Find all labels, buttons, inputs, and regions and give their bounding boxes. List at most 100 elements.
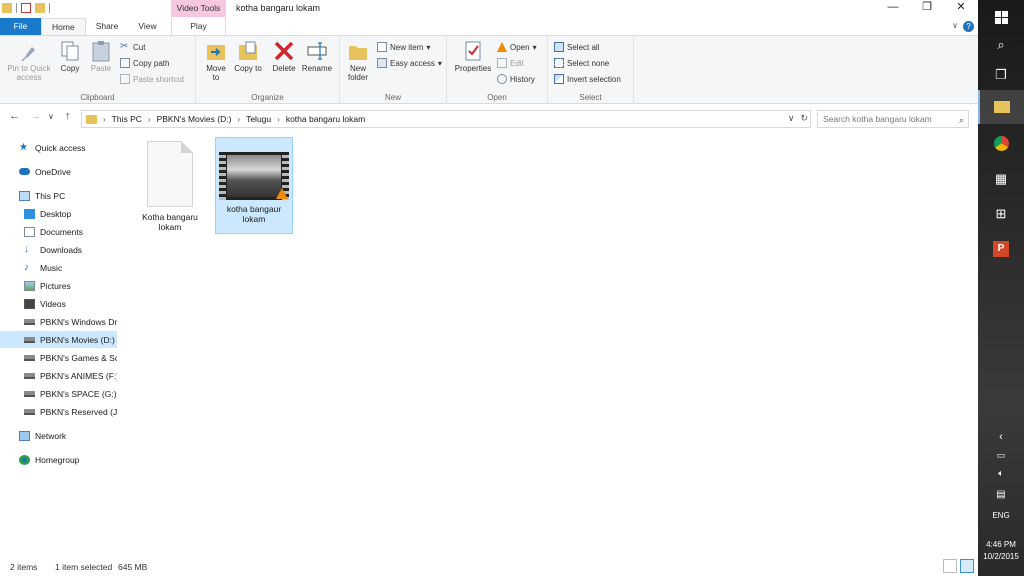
- up-arrow-icon[interactable]: ↑: [65, 110, 71, 122]
- large-icons-view-button[interactable]: [960, 559, 974, 573]
- tab-play[interactable]: Play: [171, 18, 226, 36]
- breadcrumb-separator[interactable]: ›: [237, 115, 240, 124]
- rename-icon: [306, 40, 328, 62]
- select-group: Select all Select none Invert selection …: [548, 36, 634, 104]
- address-dropdown-icon[interactable]: ∨: [788, 113, 795, 124]
- close-button[interactable]: ✕: [944, 0, 978, 16]
- breadcrumb-current-folder[interactable]: kotha bangaru lokam: [286, 114, 365, 124]
- sidebar-item-label: PBKN's Windows Dr: [40, 316, 117, 327]
- select-all-button[interactable]: Select all: [554, 42, 599, 52]
- file-item-video[interactable]: kotha bangaur lokam: [215, 137, 293, 234]
- network-icon: [19, 430, 30, 441]
- clock-time[interactable]: 4:46 PM: [978, 540, 1024, 549]
- tab-home[interactable]: Home: [41, 18, 86, 35]
- easy-access-button[interactable]: Easy access ▾: [377, 58, 442, 68]
- ribbon-tabs: File Home Share View Play ∨ ?: [0, 18, 978, 36]
- task-view-icon[interactable]: ❐: [978, 58, 1024, 92]
- sidebar-item-quick-access[interactable]: ★ Quick access: [0, 139, 117, 156]
- sidebar-item-network[interactable]: Network: [0, 427, 117, 444]
- move-to-button[interactable]: Move to: [202, 40, 230, 82]
- media-app-icon[interactable]: ▦: [978, 162, 1024, 196]
- properties-label: Properties: [454, 64, 492, 73]
- breadcrumb-telugu[interactable]: Telugu: [246, 114, 271, 124]
- copy-button[interactable]: Copy: [58, 40, 82, 73]
- chrome-icon[interactable]: [978, 126, 1024, 160]
- sidebar-item-documents[interactable]: Documents: [0, 223, 117, 240]
- sidebar-item-homegroup[interactable]: Homegroup: [0, 451, 117, 468]
- copy-path-icon: [120, 58, 130, 68]
- file-item-document[interactable]: Kotha bangaru lokam: [131, 137, 209, 234]
- pin-to-quick-access-button[interactable]: Pin to Quick access: [4, 40, 54, 82]
- tab-file[interactable]: File: [0, 18, 41, 35]
- breadcrumb-movies-drive[interactable]: PBKN's Movies (D:): [157, 114, 232, 124]
- new-folder-button[interactable]: New folder: [344, 40, 372, 82]
- organize-group: Move to Copy to Delete Rename Organize: [196, 36, 340, 104]
- invert-selection-button[interactable]: Invert selection: [554, 74, 621, 84]
- file-explorer-icon[interactable]: [978, 90, 1024, 124]
- details-view-button[interactable]: [943, 559, 957, 573]
- sidebar-item-drive-c[interactable]: PBKN's Windows Dr: [0, 313, 117, 330]
- delete-button[interactable]: Delete: [270, 40, 298, 73]
- sidebar-item-music[interactable]: ♪ Music: [0, 259, 117, 276]
- tab-share[interactable]: Share: [86, 18, 129, 35]
- copy-to-button[interactable]: Copy to: [234, 40, 262, 73]
- search-input[interactable]: Search kotha bangaru lokam ⌕: [817, 110, 969, 128]
- search-icon[interactable]: ⌕: [978, 28, 1024, 62]
- edit-label: Edit: [510, 58, 524, 68]
- properties-button[interactable]: Properties: [452, 40, 494, 73]
- edit-button[interactable]: Edit: [497, 58, 524, 68]
- minimize-button[interactable]: —: [876, 0, 910, 16]
- sidebar-item-label: Desktop: [40, 208, 72, 219]
- maximize-button[interactable]: ❐: [910, 0, 944, 16]
- collapse-ribbon-icon[interactable]: ∨: [952, 21, 958, 30]
- action-center-icon[interactable]: ▤: [978, 480, 1024, 508]
- select-all-icon: [554, 42, 564, 52]
- sidebar-item-drive-g[interactable]: PBKN's SPACE (G:): [0, 385, 117, 402]
- sidebar-item-drive-f[interactable]: PBKN's ANIMES (F:): [0, 367, 117, 384]
- refresh-icon[interactable]: ↻: [800, 113, 808, 124]
- cut-button[interactable]: ✂ Cut: [120, 42, 145, 52]
- recent-locations-icon[interactable]: ∨: [48, 112, 54, 121]
- search-icon[interactable]: ⌕: [959, 112, 964, 128]
- history-icon: [497, 74, 507, 84]
- sidebar-item-drive-d[interactable]: PBKN's Movies (D:): [0, 331, 117, 348]
- divider: [16, 3, 17, 13]
- store-icon[interactable]: ⊞: [978, 197, 1024, 231]
- new-item-button[interactable]: New item ▾: [377, 42, 430, 52]
- breadcrumb-separator[interactable]: ›: [103, 115, 106, 124]
- breadcrumb-separator[interactable]: ›: [277, 115, 280, 124]
- copy-path-button[interactable]: Copy path: [120, 58, 169, 68]
- help-icon[interactable]: ?: [963, 21, 974, 32]
- select-none-button[interactable]: Select none: [554, 58, 609, 68]
- sidebar-item-this-pc[interactable]: This PC: [0, 187, 117, 204]
- powerpoint-icon[interactable]: P: [978, 232, 1024, 266]
- breadcrumb-separator[interactable]: ›: [148, 115, 151, 124]
- paste-button[interactable]: Paste: [88, 40, 114, 73]
- sidebar-item-videos[interactable]: Videos: [0, 295, 117, 312]
- paste-shortcut-button[interactable]: Paste shortcut: [120, 74, 184, 84]
- clock-date[interactable]: 10/2/2015: [978, 552, 1024, 561]
- open-button[interactable]: Open ▾: [497, 42, 537, 52]
- history-button[interactable]: History: [497, 74, 535, 84]
- back-arrow-icon[interactable]: ←: [9, 110, 20, 122]
- sidebar-item-label: This PC: [35, 190, 66, 201]
- breadcrumb-this-pc[interactable]: This PC: [112, 114, 142, 124]
- move-to-label: Move to: [206, 64, 226, 82]
- sidebar-item-desktop[interactable]: Desktop: [0, 205, 117, 222]
- sidebar-item-onedrive[interactable]: OneDrive: [0, 163, 117, 180]
- homegroup-icon: [19, 454, 30, 465]
- properties-icon[interactable]: [21, 3, 31, 13]
- tab-view[interactable]: View: [128, 18, 166, 35]
- chevron-down-icon: ▾: [437, 58, 442, 68]
- new-group-label: New: [384, 93, 401, 102]
- sidebar-item-downloads[interactable]: ↓ Downloads: [0, 241, 117, 258]
- sidebar-item-drive-j[interactable]: PBKN's Reserved (J:: [0, 403, 117, 420]
- sidebar-item-pictures[interactable]: Pictures: [0, 277, 117, 294]
- new-folder-icon[interactable]: [35, 3, 45, 13]
- input-language[interactable]: ENG: [978, 511, 1024, 520]
- sidebar-item-drive-e[interactable]: PBKN's Games & Sc: [0, 349, 117, 366]
- address-bar[interactable]: › This PC › PBKN's Movies (D:) › Telugu …: [81, 110, 811, 128]
- quick-access-toolbar: [2, 3, 50, 13]
- forward-arrow-icon[interactable]: →: [30, 110, 41, 122]
- rename-button[interactable]: Rename: [300, 40, 334, 73]
